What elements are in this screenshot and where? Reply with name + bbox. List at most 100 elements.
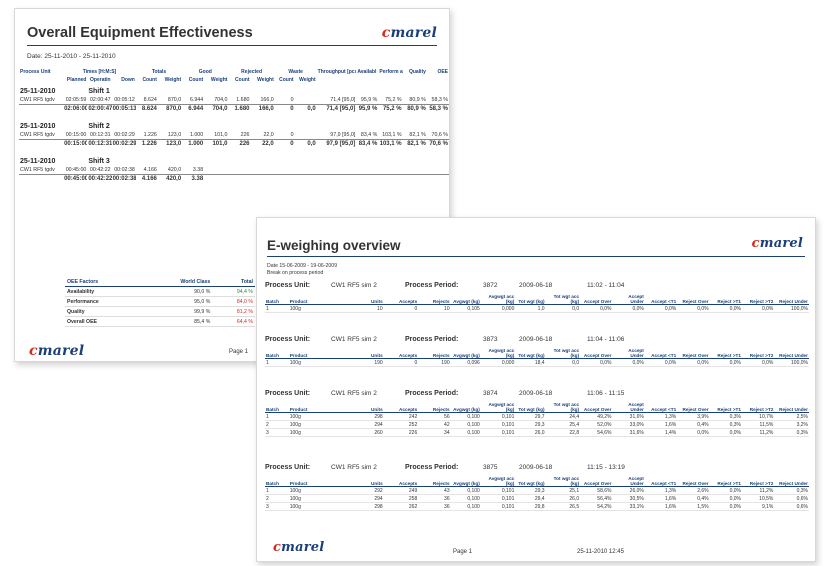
- column-header: Rejects: [418, 476, 451, 488]
- shift-total-row: 02:06:00 02:00:47 00:05:13 8.624 870,0 6.944 7…: [19, 104, 449, 113]
- column-header: Avgwgt acc (kg): [480, 402, 516, 414]
- column-header: Accepts: [383, 476, 419, 488]
- table-row: CW1 RF5 tgdv 00:45:00 00:42:22 00:02:38 4.16…: [20, 167, 204, 173]
- column-header: Reject >T2: [741, 294, 775, 306]
- col-times: Times [H:M:S]: [82, 69, 117, 75]
- col-quality: Quality: [408, 69, 426, 75]
- process-period-value: 3873: [483, 336, 498, 343]
- column-header: Reject Over: [677, 402, 710, 414]
- column-header: Tot wgt acc (kg): [545, 476, 581, 488]
- table-row: 1 100g 292 249 43 0,100 0,101 29,3 25,1 58,6% 26,0…: [265, 486, 809, 496]
- table-row: 3 100g 298 262 36 0,100 0,101 29,8 26,5 54,2% 33,1…: [265, 502, 809, 512]
- column-header: Tot wgt (kg): [515, 476, 546, 488]
- oee-factor-row: Quality 99,9 % 81,2 %: [65, 306, 255, 317]
- process-date: 2009-06-18: [519, 282, 553, 289]
- table-row: 2 100g 294 252 42 0,100 0,101 29,3 25,4 52,0% 33,0…: [265, 420, 809, 430]
- oee-group-header-row: Process Unit Times [H:M:S] Totals Good R…: [19, 69, 449, 77]
- column-header: Tot wgt (kg): [515, 294, 546, 306]
- batch-table: Batch Product Units Accepts Rejects Avgwgt (k…: [265, 402, 809, 438]
- table-row: CW1 RF5 tgdv 00:15:00 00:12:31 00:02:29 1.22…: [20, 132, 448, 138]
- table-row: 2 100g 294 258 36 0,100 0,101 29,4 26,0 56,4% 30,5…: [265, 494, 809, 504]
- column-header: Product: [288, 348, 354, 360]
- column-header: Accept Under: [612, 476, 645, 488]
- oee-factor-row: Availability 90,0 % 94,4 %: [65, 286, 255, 297]
- process-period-block: Process Unit: CW1 RF5 sim 2 Process Period…: [265, 390, 809, 438]
- column-header: Accept Over: [580, 294, 613, 306]
- eweighing-break-note: Break on process period: [267, 270, 324, 276]
- column-header: Rejects: [418, 294, 451, 306]
- process-period-block: Process Unit: CW1 RF5 sim 2 Process Period…: [265, 464, 809, 512]
- shift-total-row: 00:15:00 00:12:31 00:02:29 1.226 123,0 1.000 1…: [19, 139, 449, 148]
- column-header: Tot wgt acc (kg): [545, 294, 581, 306]
- process-period-value: 3875: [483, 464, 498, 471]
- oee-sub-header-row: Planned Operatin Down Count Weight Count Wei…: [66, 76, 316, 83]
- column-header: Tot wgt acc (kg): [545, 348, 581, 360]
- column-header: Accept <T1: [644, 476, 678, 488]
- marel-logo: cmarel: [381, 25, 437, 41]
- batch-table: Batch Product Units Accepts Rejects Avgwgt (k…: [265, 348, 809, 368]
- column-header: Accept Over: [580, 402, 613, 414]
- col-totals: Totals: [151, 69, 167, 75]
- column-header: Reject >T1: [709, 402, 742, 414]
- column-header: Accept Under: [612, 348, 645, 360]
- column-header: Reject Under: [774, 402, 809, 414]
- column-header: Rejects: [418, 402, 451, 414]
- column-header: Avgwgt (kg): [450, 476, 481, 488]
- column-header: Accepts: [383, 402, 419, 414]
- column-header: Reject Over: [677, 294, 710, 306]
- process-unit-value: CW1 RF5 sim 2: [331, 390, 377, 397]
- page-number: Page 1: [453, 549, 473, 555]
- process-period-block: Process Unit: CW1 RF5 sim 2 Process Period…: [265, 282, 809, 314]
- process-unit-value: CW1 RF5 sim 2: [331, 282, 377, 289]
- col-performance: Perform ance: [379, 69, 403, 75]
- title-divider: [267, 256, 805, 257]
- process-period-block: Process Unit: CW1 RF5 sim 2 Process Period…: [265, 336, 809, 368]
- column-header: Accepts: [383, 348, 419, 360]
- column-header: Avgwgt (kg): [450, 348, 481, 360]
- column-header: Batch: [265, 402, 289, 414]
- process-unit-label: Process Unit:: [265, 464, 311, 471]
- process-unit-label: Process Unit:: [265, 282, 311, 289]
- col-good: Good: [198, 69, 212, 75]
- process-time-range: 11:15 - 13:19: [587, 464, 625, 471]
- column-header: Avgwgt acc (kg): [480, 348, 516, 360]
- column-header: Avgwgt (kg): [450, 294, 481, 306]
- column-header: Tot wgt (kg): [515, 348, 546, 360]
- column-header: Tot wgt acc (kg): [545, 402, 581, 414]
- process-time-range: 11:02 - 11:04: [587, 282, 625, 289]
- column-header: Units: [353, 402, 384, 414]
- column-header: Reject Under: [774, 348, 809, 360]
- shift-total-row: 00:45:00 00:42:22 00:02:38 4.166 420,0 3.38: [19, 174, 449, 183]
- column-header: Accept <T1: [644, 294, 678, 306]
- column-header: Rejects: [418, 348, 451, 360]
- column-header: Accept <T1: [644, 348, 678, 360]
- process-date: 2009-06-18: [519, 464, 553, 471]
- process-unit-value: CW1 RF5 sim 2: [331, 336, 377, 343]
- column-header: Batch: [265, 476, 289, 488]
- column-header: Reject >T2: [741, 348, 775, 360]
- print-timestamp: 25-11-2010 12:45: [577, 549, 624, 555]
- col-availability: Availabl e: [357, 69, 379, 75]
- eweighing-report-page: E-weighing overview cmarel Date 15-06-20…: [256, 217, 816, 562]
- column-header: Units: [353, 294, 384, 306]
- process-date: 2009-06-18: [519, 336, 553, 343]
- column-header: Accept Under: [612, 294, 645, 306]
- col-rejected: Rejected: [241, 69, 263, 75]
- column-header: Avgwgt acc (kg): [480, 476, 516, 488]
- process-period-label: Process Period:: [405, 336, 459, 343]
- column-header: Accept <T1: [644, 402, 678, 414]
- table-row: 1 100g 190 0 190 0,096 0,000 18,4 0,0 0,0% 0,0% 0,0…: [265, 358, 809, 368]
- process-date: 2009-06-18: [519, 390, 553, 397]
- page-number: Page 1: [229, 349, 249, 355]
- table-row: 1 100g 10 0 10 0,105 0,000 1,0 0,0 0,0% 0,0% 0,0% 0,…: [265, 304, 809, 314]
- process-time-range: 11:06 - 11:15: [587, 390, 625, 397]
- oee-factor-row: Overall OEE 85,4 % 64,4 %: [65, 316, 255, 327]
- column-header: Product: [288, 294, 354, 306]
- oee-date-range: Date: 25-11-2010 - 25-11-2010: [27, 53, 116, 60]
- column-header: Reject >T2: [741, 476, 775, 488]
- column-header: Accept Over: [580, 348, 613, 360]
- column-header: Accept Under: [612, 402, 645, 414]
- column-header: Reject >T1: [709, 294, 742, 306]
- column-header: Reject >T2: [741, 402, 775, 414]
- table-row: 3 100g 260 226 34 0,100 0,101 26,0 22,8 54,6% 31,6…: [265, 428, 809, 438]
